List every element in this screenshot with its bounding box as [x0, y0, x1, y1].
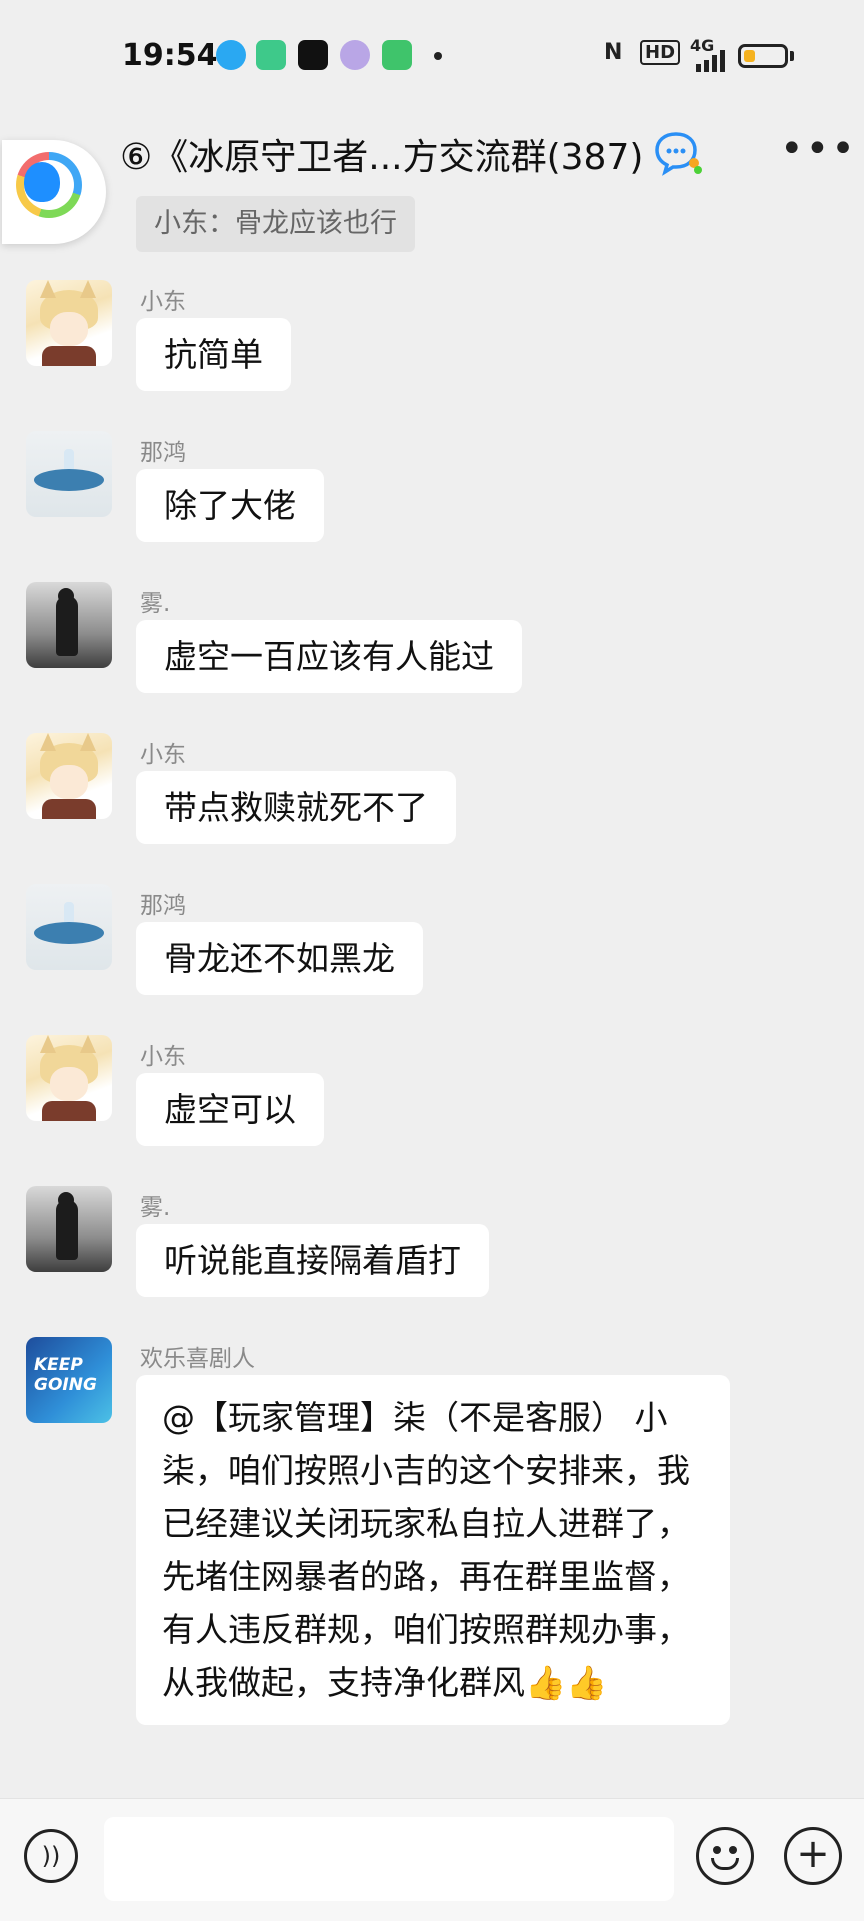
floating-assistant-button[interactable] [2, 140, 106, 244]
message-input[interactable] [104, 1817, 674, 1901]
sender-name: 雾. [140, 591, 171, 617]
nfc-icon: N [604, 40, 623, 65]
media-app-icon [340, 40, 370, 70]
shopping-app-icon [382, 40, 412, 70]
sender-name: 小东 [140, 1044, 186, 1070]
message-bubble[interactable]: 听说能直接隔着盾打 [136, 1224, 489, 1297]
timer-app-icon [298, 40, 328, 70]
avatar[interactable] [26, 582, 112, 668]
avatar[interactable] [26, 1186, 112, 1272]
quoted-message[interactable]: 小东：骨龙应该也行 [136, 196, 415, 252]
emoji-icon[interactable] [696, 1827, 754, 1885]
more-icon[interactable]: ••• [780, 126, 857, 172]
avatar[interactable] [26, 733, 112, 819]
qq-notification-icon [216, 40, 246, 70]
message-bubble[interactable]: 虚空可以 [136, 1073, 324, 1146]
sender-name: 那鸿 [140, 440, 186, 466]
input-bar: )) + [0, 1798, 864, 1921]
sender-name: 欢乐喜剧人 [140, 1346, 255, 1372]
message-bubble[interactable]: @【玩家管理】柒（不是客服） 小柒，咱们按照小吉的这个安排来，我已经建议关闭玩家… [136, 1375, 730, 1725]
battery-tip [790, 51, 794, 61]
message-bubble[interactable]: 除了大佬 [136, 469, 324, 542]
group-chat-icon[interactable] [654, 130, 704, 176]
message-bubble[interactable]: 虚空一百应该有人能过 [136, 620, 522, 693]
message-bubble[interactable]: 抗简单 [136, 318, 291, 391]
plus-icon[interactable]: + [784, 1827, 842, 1885]
sender-name: 那鸿 [140, 893, 186, 919]
battery-app-icon [256, 40, 286, 70]
avatar[interactable] [26, 884, 112, 970]
avatar[interactable]: KEEP GOING [26, 1337, 112, 1423]
avatar[interactable] [26, 1035, 112, 1121]
message-bubble[interactable]: 带点救赎就死不了 [136, 771, 456, 844]
avatar[interactable] [26, 280, 112, 366]
sender-name: 雾. [140, 1195, 171, 1221]
avatar-keep-text: KEEP GOING [34, 1355, 97, 1395]
voice-icon[interactable]: )) [24, 1829, 78, 1883]
sender-name: 小东 [140, 289, 186, 315]
battery-icon [738, 44, 788, 68]
avatar[interactable] [26, 431, 112, 517]
signal-icon [696, 50, 728, 72]
status-time: 19:54 [122, 38, 218, 73]
chat-header: ‹ ⑥《冰原守卫者...方交流群(387) ••• [0, 110, 864, 200]
more-notifications-icon [434, 52, 442, 60]
battery-level [744, 50, 755, 62]
chat-title[interactable]: ⑥《冰原守卫者...方交流群(387) [120, 128, 643, 180]
message-bubble[interactable]: 骨龙还不如黑龙 [136, 922, 423, 995]
sender-name: 小东 [140, 742, 186, 768]
hd-icon: HD [640, 40, 681, 65]
status-bar: 19:54 N HD 4G [0, 0, 864, 110]
